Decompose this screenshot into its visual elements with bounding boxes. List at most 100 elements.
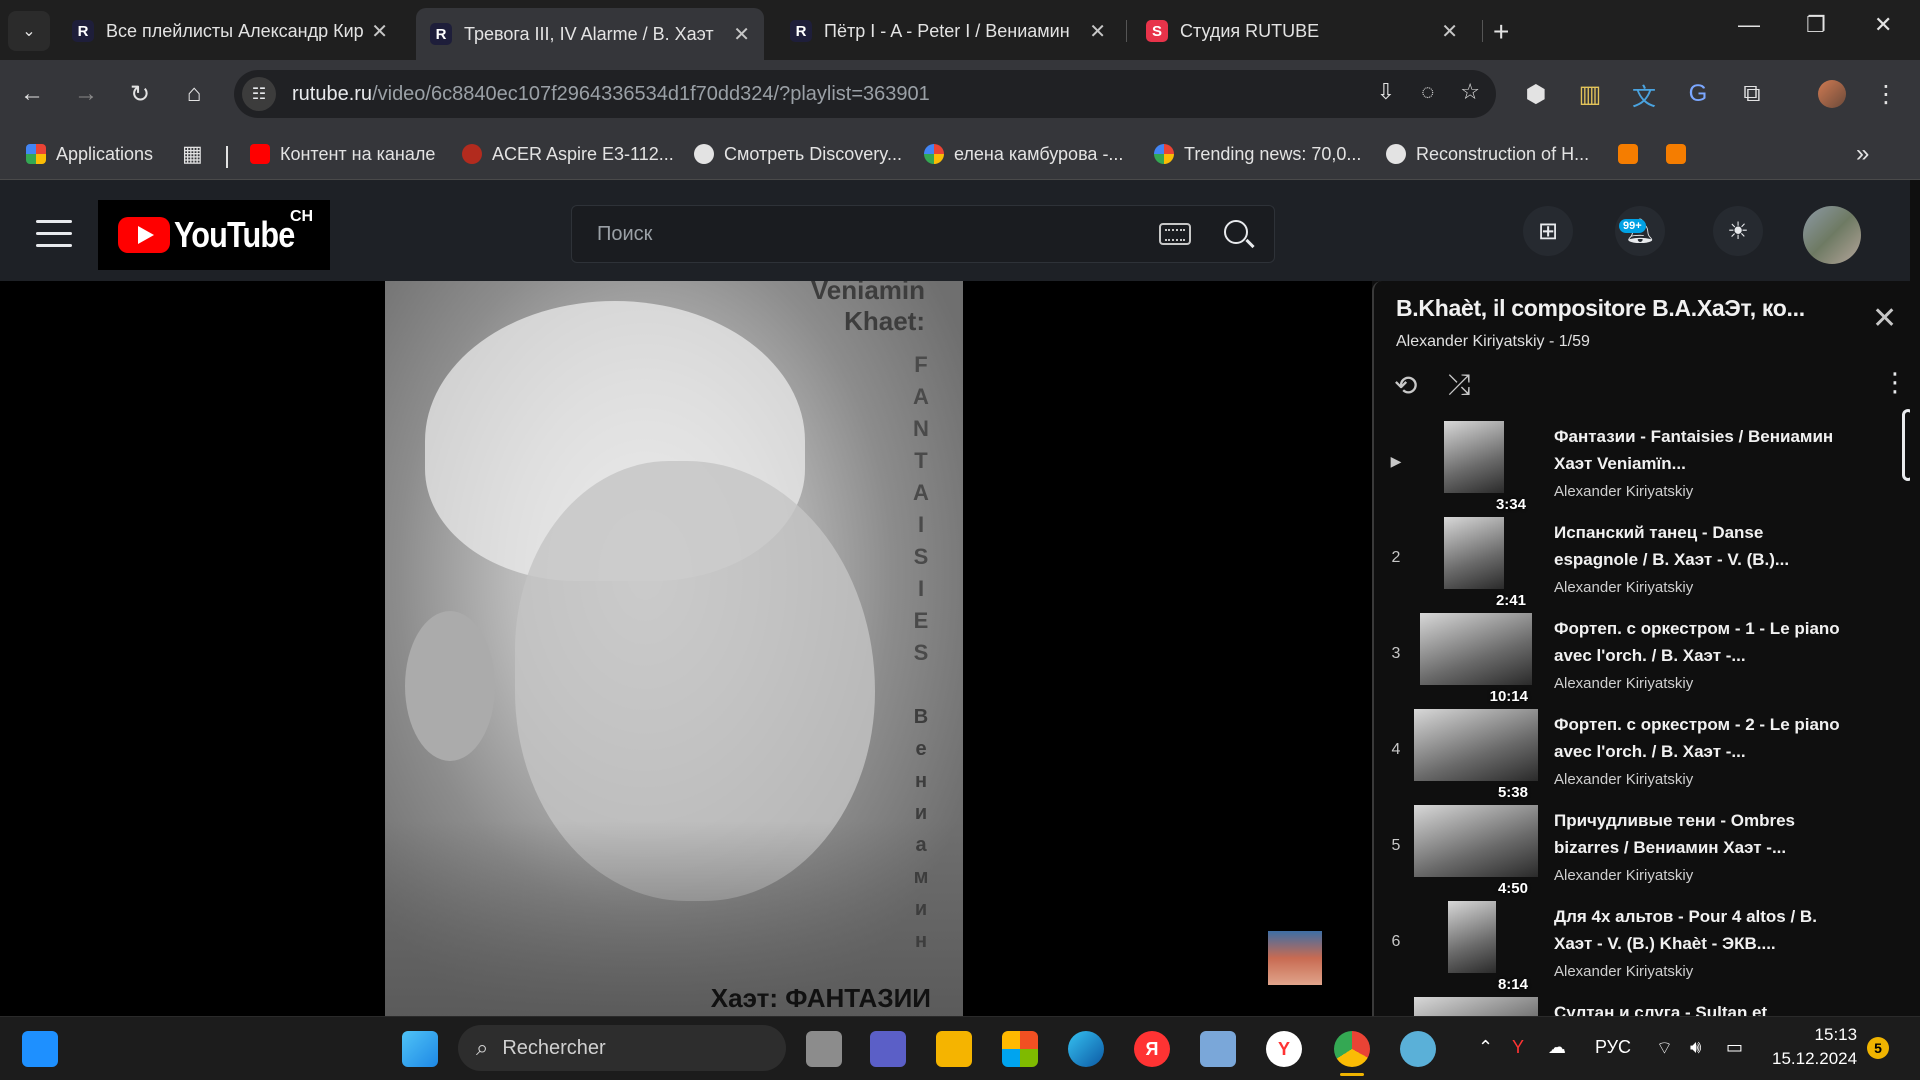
new-tab-icon[interactable]: + (1493, 16, 1509, 48)
bookmark-channel-content[interactable]: Контент на канале (250, 138, 435, 170)
repeat-icon[interactable]: ⟲ (1394, 369, 1417, 402)
playlist-item[interactable]: 3 10:14 Фортеп. с оркестром - 1 - Le pia… (1374, 613, 1894, 709)
poster-letter: E (913, 608, 929, 633)
url-text[interactable]: rutube.ru/video/6c8840ec107f2964336534d1… (292, 83, 930, 106)
taskbar-search-input[interactable]: ⌕ Rechercher (458, 1025, 786, 1071)
yandex-browser-icon[interactable]: Y (1266, 1031, 1302, 1067)
playlist-title[interactable]: B.Khaèt, il compositore В.А.ХаЭт, ко... (1396, 295, 1836, 322)
poster-letter: T (914, 448, 928, 473)
file-explorer-icon[interactable] (936, 1031, 972, 1067)
paint-icon[interactable] (1400, 1031, 1436, 1067)
chrome-icon[interactable] (1334, 1031, 1370, 1067)
close-tab-icon[interactable]: ✕ (371, 19, 388, 44)
close-tab-icon[interactable]: ✕ (1089, 19, 1106, 44)
widgets-icon[interactable] (22, 1031, 58, 1067)
search-input[interactable]: Поиск (571, 205, 1275, 263)
bookmark-applications[interactable]: Applications (26, 138, 153, 170)
item-title: Султан и слуга - Sultan et (1554, 1003, 1768, 1016)
close-tab-icon[interactable]: ✕ (1441, 19, 1458, 44)
bookmark-star-icon[interactable]: ☆ (1460, 79, 1480, 105)
home-icon[interactable]: ⌂ (178, 78, 210, 110)
tab-search-button[interactable]: ⌄ (8, 11, 50, 51)
task-view-icon[interactable] (806, 1031, 842, 1067)
channel-watermark[interactable] (1268, 931, 1322, 985)
yandex-icon[interactable]: Я (1134, 1031, 1170, 1067)
menu-kebab-icon[interactable]: ⋮ (1870, 78, 1902, 110)
forward-icon[interactable]: → (70, 78, 102, 110)
search-icon[interactable] (1224, 220, 1248, 244)
site-logo[interactable]: YouTube CH (98, 200, 330, 270)
shuffle-icon[interactable]: ⤮ (1448, 369, 1470, 402)
upload-button[interactable]: ⊞ (1523, 206, 1573, 256)
playlist-item[interactable]: Султан и слуга - Sultan et (1374, 997, 1894, 1016)
tab-playlists[interactable]: R Все плейлисты Александр Кир ✕ (58, 8, 402, 54)
eye-off-icon[interactable]: ◌ (1421, 79, 1434, 105)
tab-groups-icon[interactable]: ▦ (182, 138, 203, 170)
install-app-icon[interactable]: ⇩ (1377, 79, 1395, 105)
item-duration: 5:38 (1497, 784, 1528, 801)
close-playlist-icon[interactable]: ✕ (1872, 301, 1897, 336)
extension-note-icon[interactable]: ▥ (1574, 78, 1606, 110)
edge-icon[interactable] (1068, 1031, 1104, 1067)
tab-alarme[interactable]: R Тревога III, IV Alarme / B. Хаэт ✕ (416, 8, 764, 60)
user-avatar[interactable] (1803, 206, 1861, 264)
profile-avatar[interactable] (1816, 78, 1848, 110)
show-hidden-icons[interactable]: ⌃ (1478, 1037, 1493, 1058)
ms-store-icon[interactable] (1002, 1031, 1038, 1067)
tab-peter[interactable]: R Пётр I - A - Peter I / Вениамин ✕ (776, 8, 1120, 54)
playlist-item[interactable]: 2 2:41 Испанский танец - Danse espagnole… (1374, 517, 1894, 613)
playlist-item[interactable]: 4 5:38 Фортеп. с оркестром - 2 - Le pian… (1374, 709, 1894, 805)
item-index: 5 (1391, 837, 1401, 854)
tab-rutube-studio[interactable]: S Студия RUTUBE ✕ (1132, 8, 1472, 54)
bookmark-trending[interactable]: Trending news: 70,0... (1154, 138, 1361, 170)
menu-hamburger-icon[interactable] (36, 220, 72, 256)
bookmark-kamburova[interactable]: елена камбурова -... (924, 138, 1123, 170)
language-indicator[interactable]: РУС (1595, 1037, 1631, 1058)
battery-icon[interactable]: ▭ (1726, 1037, 1743, 1058)
wifi-icon[interactable]: ⌔ (1656, 1037, 1673, 1060)
extension-translate-icon[interactable]: 文 (1628, 78, 1660, 111)
notification-count-badge[interactable]: 5 (1867, 1037, 1889, 1059)
bookmark-label: елена камбурова -... (954, 143, 1124, 164)
google-translate-icon[interactable]: G (1682, 78, 1714, 110)
browser-toolbar: ← → ↻ ⌂ ☷ rutube.ru/video/6c8840ec107f29… (0, 60, 1920, 128)
item-channel: Alexander Kiriyatskiy (1554, 675, 1694, 692)
playlist-more-icon[interactable]: ⋮ (1882, 367, 1908, 398)
cloud-icon[interactable]: ☁ (1548, 1037, 1566, 1058)
video-player[interactable]: Veniamin Khaet: F A N T A I S I E S В е … (0, 281, 1372, 1016)
reload-icon[interactable]: ↻ (124, 78, 156, 110)
back-icon[interactable]: ← (16, 78, 48, 110)
bookmark-blogger-1[interactable] (1618, 138, 1648, 170)
address-bar[interactable]: ☷ rutube.ru/video/6c8840ec107f2964336534… (234, 70, 1496, 118)
playlist-item[interactable]: 5 4:50 Причудливые тени - Ombres bizarre… (1374, 805, 1894, 901)
window-close-icon[interactable]: ✕ (1874, 12, 1892, 38)
playlist-item[interactable]: ▶ 3:34 Фантазии - Fantaisies / Вениамин … (1374, 421, 1894, 517)
extension-shield-icon[interactable]: ⬢ (1520, 78, 1552, 110)
close-tab-icon[interactable]: ✕ (733, 22, 750, 47)
google-icon (924, 144, 944, 164)
bookmark-reconstruction[interactable]: Reconstruction of H... (1386, 138, 1589, 170)
windows-start-icon[interactable] (402, 1031, 438, 1067)
restore-icon[interactable]: ❐ (1806, 12, 1826, 38)
extensions-puzzle-icon[interactable]: ⧉ (1736, 78, 1768, 110)
bookmark-blogger-2[interactable] (1666, 138, 1696, 170)
playlist-scrollbar[interactable] (1902, 409, 1910, 481)
clock[interactable]: 15:13 15.12.2024 (1772, 1023, 1857, 1071)
keyboard-icon[interactable] (1159, 223, 1191, 245)
playlist-item[interactable]: 6 8:14 Для 4х альтов - Pour 4 altos / В.… (1374, 901, 1894, 997)
poster-letter: и (914, 898, 928, 920)
bookmark-acer[interactable]: ACER Aspire E3-112... (462, 138, 674, 170)
item-duration: 2:41 (1495, 592, 1526, 609)
tab-title: Все плейлисты Александр Кир (106, 20, 364, 41)
remote-desktop-icon[interactable] (1200, 1031, 1236, 1067)
minimize-icon[interactable]: — (1738, 12, 1760, 38)
now-playing-icon: ▶ (1390, 453, 1402, 469)
teams-icon[interactable] (870, 1031, 906, 1067)
playlist-panel: B.Khaèt, il compositore В.А.ХаЭт, ко... … (1372, 281, 1910, 1016)
site-info-icon[interactable]: ☷ (242, 77, 276, 111)
bookmark-discovery[interactable]: Смотреть Discovery... (694, 138, 902, 170)
volume-icon[interactable]: 🔊︎ (1690, 1037, 1701, 1058)
theme-toggle-button[interactable]: ☀ (1713, 206, 1763, 256)
yandex-tray-icon[interactable]: Y (1512, 1037, 1524, 1058)
more-bookmarks-icon[interactable]: » (1856, 138, 1869, 170)
